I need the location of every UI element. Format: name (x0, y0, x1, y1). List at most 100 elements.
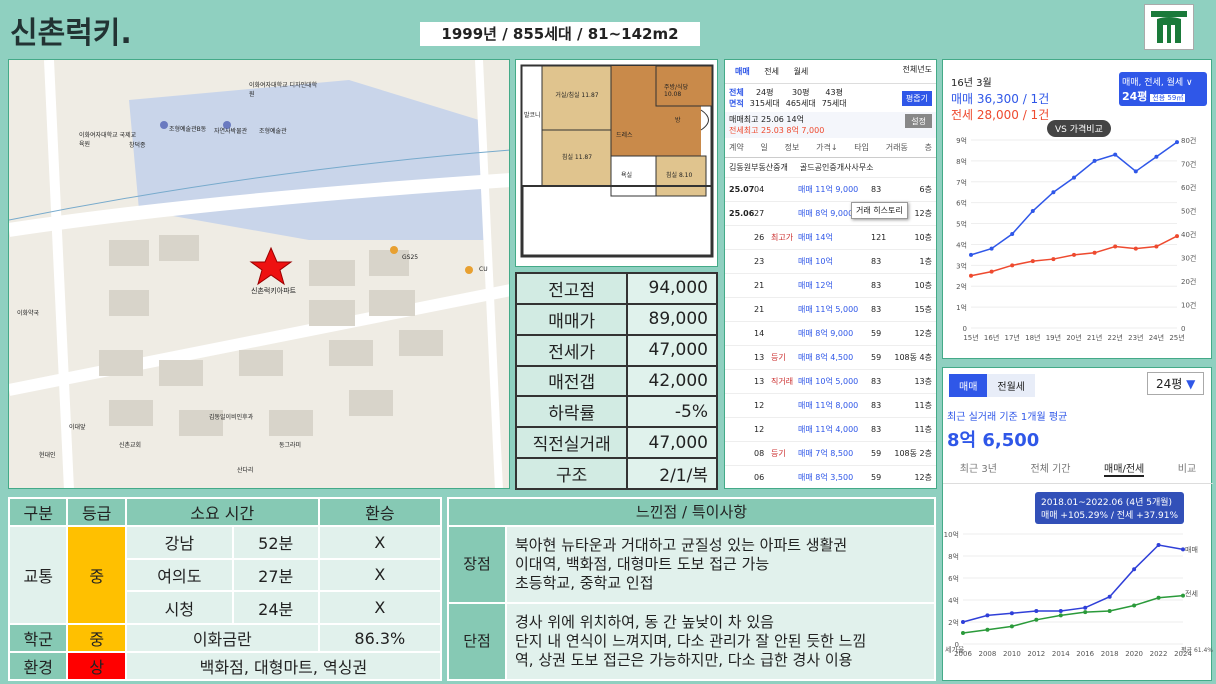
table-row[interactable]: 08 등기 매매 7억 8,500 59 108동 2층 (725, 442, 936, 466)
col-header[interactable]: 일 (760, 142, 767, 153)
stat-label: 매매가 (514, 302, 629, 336)
year-filter[interactable]: 전체년도 (903, 64, 932, 79)
y-tick: 4억 (956, 241, 967, 249)
data-point (1113, 244, 1118, 249)
col-header[interactable]: 타입 (854, 142, 869, 153)
x-tick: 21년 (1087, 333, 1102, 342)
data-point (1156, 595, 1161, 600)
stat-value: 89,000 (626, 302, 718, 336)
tab-sale[interactable]: 매매 (729, 64, 756, 79)
map[interactable]: 신촌럭키아파트 GS25 CU 이화여자대학교 디자인대학원 이화여자대학교 국… (8, 59, 510, 489)
data-point (1083, 610, 1088, 615)
y-tick: 4억 (948, 597, 959, 605)
household-count: 75세대 (821, 99, 847, 108)
row-day: 04 (754, 185, 765, 194)
marker-label: 신촌럭키아파트 (251, 287, 297, 295)
route-time: 27분 (231, 557, 320, 593)
data-point (985, 627, 990, 632)
y2-tick: 20건 (1181, 277, 1196, 286)
agent-name[interactable]: 골드공인중개사사무소 (800, 162, 874, 173)
x-tick: 2012 (1027, 650, 1045, 658)
stat-value: 94,000 (626, 272, 718, 305)
room-label: 침실 8.10 (666, 172, 693, 179)
map-label: 이화약국 (17, 310, 40, 317)
row-price: 매매 10억 5,000 (798, 377, 859, 386)
row-day: 23 (754, 257, 765, 266)
stat-value: 47,000 (626, 426, 718, 460)
table-row[interactable]: 12 매매 11억 8,000 83 11층 (725, 394, 936, 418)
history-tooltip[interactable]: 거래 히스토리 (851, 202, 908, 219)
row-price: 매매 11억 5,000 (798, 305, 859, 314)
route-transfer: X (317, 525, 443, 560)
table-row[interactable]: 26 최고가 매매 14억 121 10층 (725, 226, 936, 250)
env-grade: 상 (66, 651, 127, 681)
x-tick: 22년 (1108, 333, 1123, 342)
row-type: 83 (871, 377, 882, 386)
area-43[interactable]: 43평 (825, 88, 843, 97)
col-header: 등급 (66, 497, 127, 527)
area-24[interactable]: 24평 (756, 88, 774, 97)
data-point (1175, 234, 1179, 239)
row-type: 83 (871, 281, 882, 290)
tab-monthly[interactable]: 월세 (788, 64, 815, 79)
con-item: 단지 내 연식이 느껴지며, 다소 관리가 잘 안된 듯한 느낌 (515, 632, 867, 650)
col-header[interactable]: 가격↓ (816, 142, 837, 153)
series-line (962, 544, 1184, 623)
pyeong-button[interactable]: 평줍기 (901, 90, 932, 106)
row-yearmonth: 25.06 (729, 209, 755, 218)
data-point (1156, 543, 1161, 547)
setting-button[interactable]: 설정 (905, 114, 932, 128)
data-point (1030, 209, 1035, 214)
tab-jeonse[interactable]: 전세 (758, 64, 785, 79)
household-count: 315세대 (749, 99, 780, 108)
data-point (1058, 609, 1063, 613)
table-row[interactable]: 14 매매 8억 9,000 59 12층 (725, 322, 936, 346)
data-point (1154, 244, 1159, 249)
table-row[interactable]: 06 매매 8억 3,500 59 12층 (725, 466, 936, 488)
col-header[interactable]: 계약 (729, 142, 744, 153)
x-tick: 25년 (1169, 333, 1184, 342)
table-row[interactable]: 12 매매 11억 4,000 83 11층 (725, 418, 936, 442)
agent-name[interactable]: 김동원부동산중개 (729, 162, 788, 173)
room-label: 거실/침실 11.87 (555, 92, 599, 99)
area-30[interactable]: 30평 (792, 88, 810, 97)
x-tick: 2008 (979, 650, 997, 658)
room-label: 주방/식당 10.08 (664, 84, 689, 98)
area-all[interactable]: 전체 (729, 88, 744, 97)
data-point (961, 631, 965, 635)
y2-tick: 80건 (1181, 136, 1196, 145)
row-floor: 11층 (914, 401, 932, 410)
row-price: 매매 8억 4,500 (798, 353, 854, 362)
series-line (970, 141, 1178, 256)
row-info: 직거래 (771, 377, 794, 386)
data-point (1051, 257, 1056, 262)
y-tick: 2억 (948, 619, 959, 627)
y2-tick: 70건 (1181, 160, 1196, 169)
col-header[interactable]: 거래동 (886, 142, 908, 153)
table-row[interactable]: 23 매매 10억 83 1층 (725, 250, 936, 274)
avg-label: 평균 61.4% (1181, 646, 1213, 654)
row-day: 12 (754, 401, 765, 410)
table-row[interactable]: 21 매매 11억 5,000 83 15층 (725, 298, 936, 322)
table-row[interactable]: 25.07 04 매매 11억 9,000 83 6층 (725, 178, 936, 202)
col-header[interactable]: 정보 (785, 142, 800, 153)
max-sale: 매매최고 25.06 14억 (729, 115, 804, 124)
data-point (1113, 152, 1118, 157)
y2-tick: 60건 (1181, 183, 1196, 192)
map-label: 창덕종 (129, 142, 146, 149)
row-day: 26 (754, 233, 765, 242)
con-item: 역, 상권 도보 접근은 가능하지만, 다소 급한 경사 이용 (515, 651, 853, 669)
table-row[interactable]: 21 매매 12억 83 10층 (725, 274, 936, 298)
y2-tick: 0 (1181, 325, 1185, 333)
col-header[interactable]: 층 (925, 142, 932, 153)
table-row[interactable]: 13 등기 매매 8억 4,500 59 108동 4층 (725, 346, 936, 370)
y2-tick: 50건 (1181, 207, 1196, 216)
data-point (1092, 250, 1097, 255)
pro-item: 초등학교, 중학교 인접 (515, 574, 654, 592)
school-grade: 중 (66, 623, 127, 653)
table-row[interactable]: 13 직거래 매매 10억 5,000 83 13층 (725, 370, 936, 394)
data-point (1154, 154, 1159, 159)
stat-value: -5% (626, 395, 718, 429)
map-label: 현대인 (39, 452, 56, 459)
row-day: 12 (754, 425, 765, 434)
